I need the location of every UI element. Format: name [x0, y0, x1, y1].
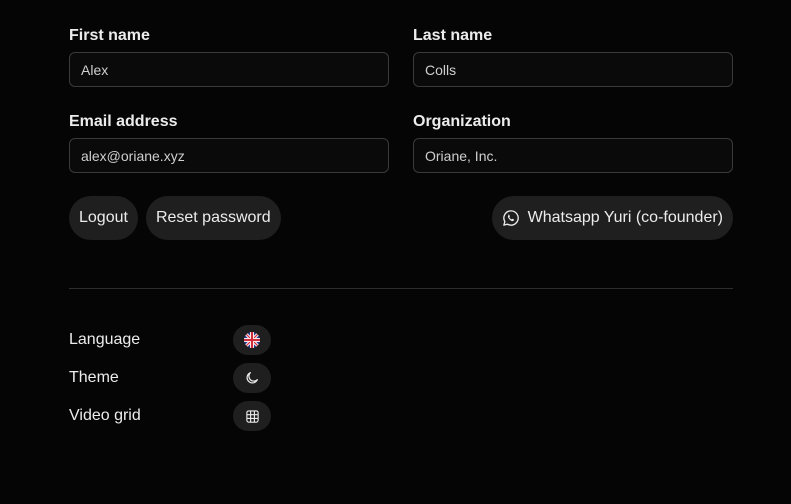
whatsapp-icon	[502, 210, 519, 226]
account-actions: Logout Reset password Whatsapp Yuri (co-…	[69, 196, 733, 240]
language-label: Language	[69, 331, 141, 348]
whatsapp-button-label: Whatsapp Yuri (co-founder)	[527, 209, 723, 226]
uk-flag-icon	[244, 332, 260, 348]
moon-icon	[246, 372, 258, 384]
reset-password-button[interactable]: Reset password	[145, 196, 281, 240]
theme-button[interactable]	[233, 363, 271, 393]
language-preference: Language	[69, 325, 271, 355]
organization-field: Organization	[413, 112, 733, 173]
last-name-label: Last name	[413, 27, 493, 44]
video-grid-button[interactable]	[233, 401, 271, 431]
last-name-field: Last name	[413, 26, 733, 87]
first-name-label: First name	[69, 27, 150, 44]
contact-row: Email address Organization	[69, 112, 733, 173]
name-row: First name Last name	[69, 26, 733, 87]
first-name-field: First name	[69, 26, 389, 87]
section-divider	[69, 288, 733, 289]
first-name-input[interactable]	[69, 52, 389, 87]
theme-preference: Theme	[69, 363, 271, 393]
language-button[interactable]	[233, 325, 271, 355]
organization-label: Organization	[413, 113, 511, 130]
whatsapp-cofounder-button[interactable]: Whatsapp Yuri (co-founder)	[491, 196, 733, 240]
organization-input[interactable]	[413, 138, 733, 173]
email-label: Email address	[69, 113, 178, 130]
video-grid-label: Video grid	[69, 407, 141, 424]
logout-button[interactable]: Logout	[69, 196, 138, 240]
video-grid-preference: Video grid	[69, 401, 271, 431]
theme-label: Theme	[69, 369, 119, 386]
email-input[interactable]	[69, 138, 389, 173]
last-name-input[interactable]	[413, 52, 733, 87]
email-field: Email address	[69, 112, 389, 173]
grid-icon	[245, 409, 259, 423]
